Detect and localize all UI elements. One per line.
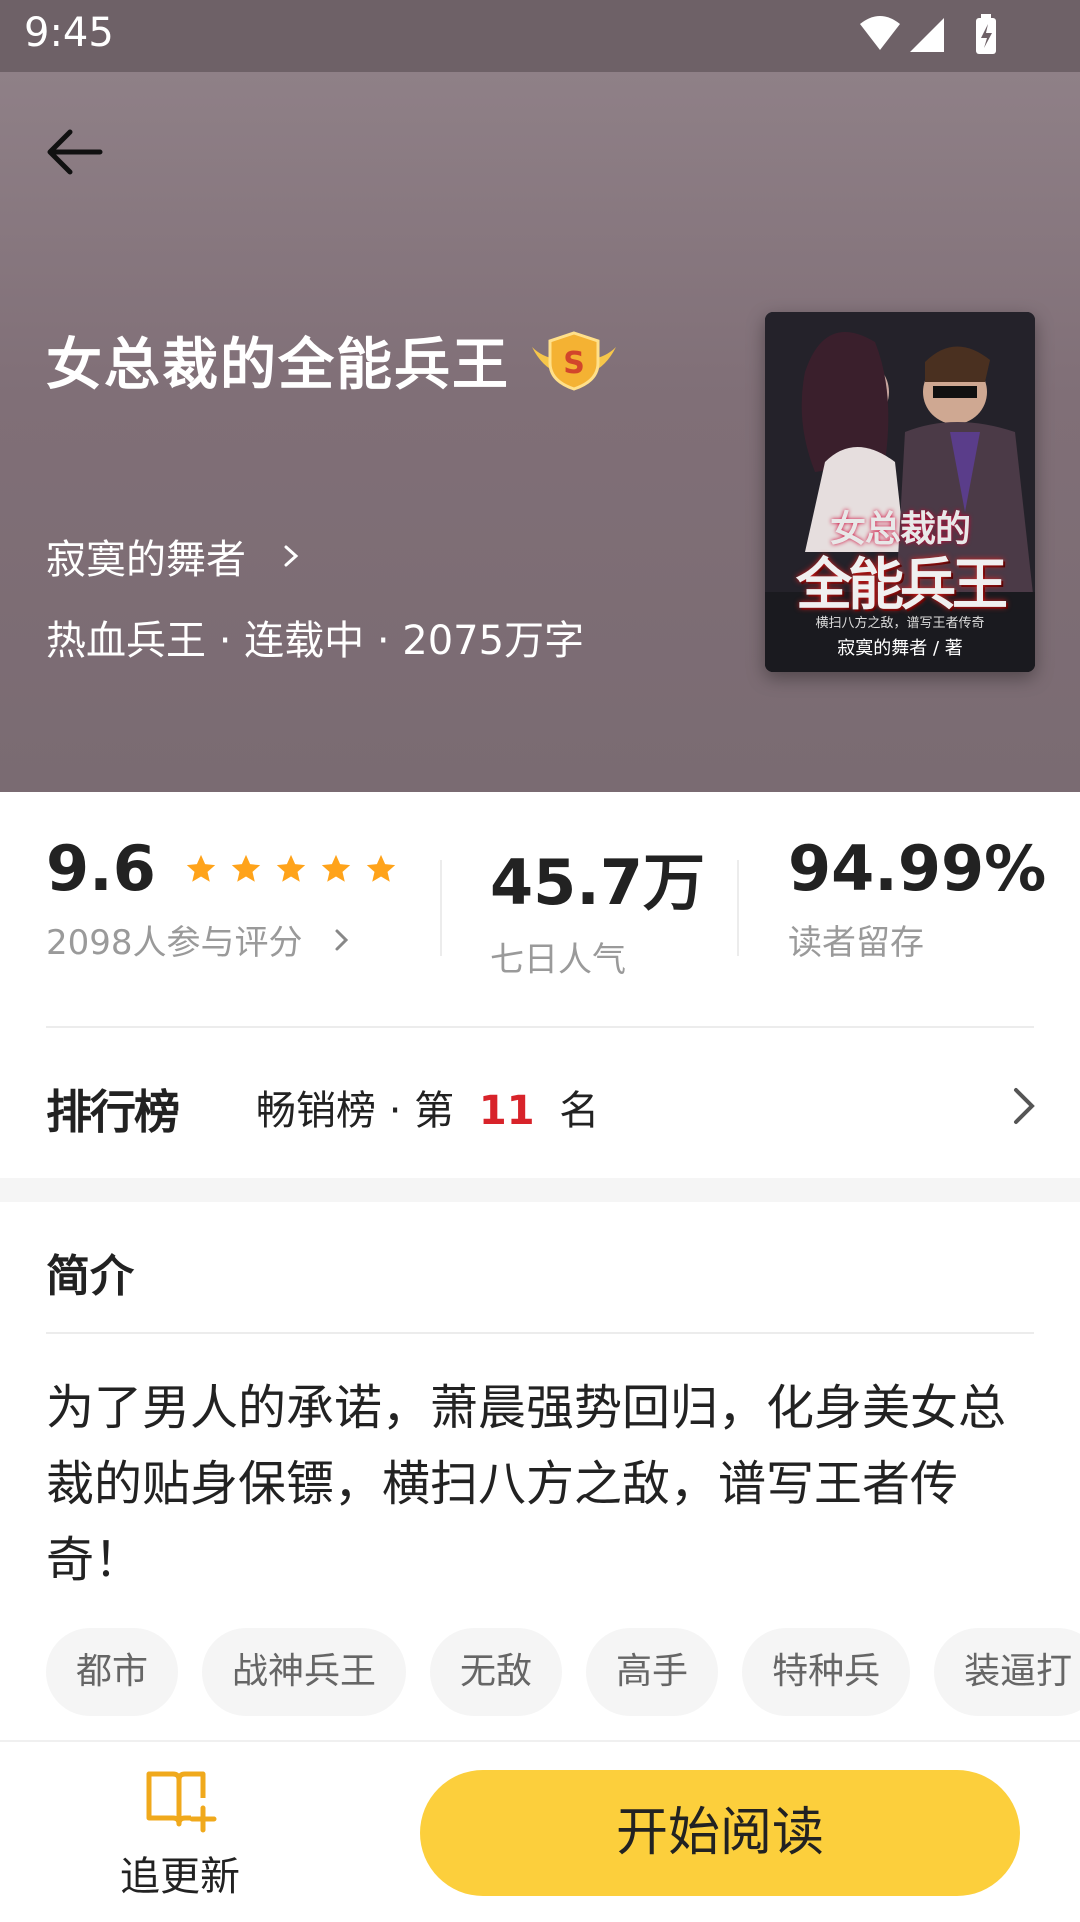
chevron-right-icon: [284, 545, 299, 567]
retention-stat: 94.99% 读者留存: [788, 832, 1046, 964]
section-gap: [0, 1178, 1080, 1202]
book-cover: 女总裁的 全能兵王 横扫八方之敌，谱写王者传奇 寂寞的舞者 / 著: [765, 312, 1035, 672]
book-title: 女总裁的全能兵王: [46, 333, 510, 398]
title-row: 女总裁的全能兵王 S: [46, 320, 620, 401]
chevron-right-icon: [1014, 1088, 1035, 1124]
retention-value: 94.99%: [788, 832, 1047, 905]
author-link[interactable]: 寂寞的舞者: [46, 527, 304, 585]
bottom-action-bar: 追更新 开始阅读: [0, 1740, 1080, 1922]
ranking-suffix: 名: [559, 1088, 600, 1134]
ranking-prefix: · 第: [388, 1088, 455, 1134]
star-icon: [276, 854, 306, 882]
ranking-text: 畅销榜 · 第 11 名: [256, 1078, 599, 1136]
star-icon: [231, 854, 261, 882]
tag-chip[interactable]: 都市: [46, 1628, 179, 1716]
tag-chip[interactable]: 高手: [586, 1628, 719, 1716]
ranking-logo: 排行榜: [46, 1085, 180, 1139]
book-add-icon: [146, 1771, 217, 1833]
s-grade-badge-icon: S: [532, 330, 616, 391]
svg-text:S: S: [563, 346, 585, 381]
rating-sub-row: 2098人参与评分: [46, 915, 409, 964]
back-arrow-icon[interactable]: [40, 116, 112, 188]
battery-icon: [976, 14, 996, 54]
rating-stat[interactable]: 9.6 2098人参与评分: [46, 832, 409, 964]
star-icon: [321, 854, 351, 882]
retention-label: 读者留存: [788, 923, 924, 963]
stats-section: 9.6 2098人参与评分 45.7万 七日人气 94.99% 读者留存: [0, 792, 1080, 1020]
status-time: 9:45: [24, 10, 114, 56]
cover-author: 寂寞的舞者 / 著: [837, 638, 963, 659]
ranking-row[interactable]: 排行榜 畅销榜 · 第 11 名: [0, 1028, 1080, 1178]
status-icons: [860, 14, 996, 54]
tag-chip[interactable]: 装逼打: [934, 1628, 1080, 1716]
chevron-right-icon: [335, 929, 348, 950]
start-reading-button[interactable]: 开始阅读: [420, 1770, 1020, 1896]
popularity-stat: 45.7万 七日人气: [490, 832, 705, 981]
rating-value: 9.6: [46, 832, 156, 905]
book-hero: 女总裁的全能兵王 S 寂寞的舞者 热血兵王 · 连载中 · 2075万字 女总裁…: [0, 72, 1080, 792]
star-icon: [186, 854, 216, 882]
star-icon: [366, 854, 396, 882]
stats-divider: [737, 860, 739, 956]
divider: [46, 1332, 1034, 1334]
status-bar: 9:45: [0, 0, 1080, 72]
rating-stars: [184, 852, 409, 886]
popularity-value: 45.7万: [490, 846, 705, 919]
ranking-list-name: 畅销榜: [256, 1088, 376, 1134]
tag-chip[interactable]: 特种兵: [742, 1628, 911, 1716]
intro-text: 为了男人的承诺，萧晨强势回归，化身美女总裁的贴身保镖，横扫八方之敌，谱写王者传奇…: [46, 1380, 1007, 1588]
tag-list: 都市 战神兵王 无敌 高手 特种兵 装逼打: [46, 1628, 1080, 1716]
intro-heading: 简介: [46, 1251, 134, 1302]
tag-chip[interactable]: 战神兵王: [202, 1628, 407, 1716]
rating-count: 2098人参与评分: [46, 923, 303, 963]
follow-updates-button[interactable]: 追更新: [110, 1768, 250, 1902]
tag-chip[interactable]: 无敌: [430, 1628, 563, 1716]
ranking-number: 11: [478, 1088, 535, 1134]
cover-tagline: 横扫八方之敌，谱写王者传奇: [815, 616, 985, 631]
popularity-label: 七日人气: [490, 940, 626, 980]
book-meta: 热血兵王 · 连载中 · 2075万字: [46, 618, 585, 664]
follow-label: 追更新: [120, 1854, 240, 1900]
cell-signal-icon: [910, 18, 944, 52]
stats-divider: [440, 860, 442, 956]
cover-title-line2: 全能兵王: [796, 553, 1008, 618]
author-name: 寂寞的舞者: [46, 537, 246, 583]
wifi-icon: [860, 16, 900, 50]
